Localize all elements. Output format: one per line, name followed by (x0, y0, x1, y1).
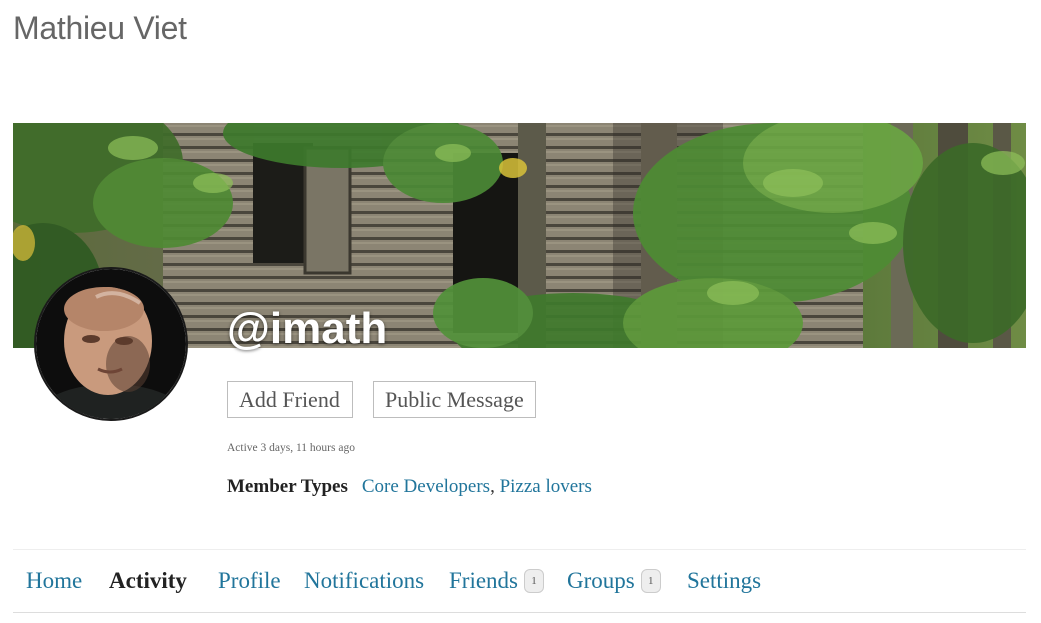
nav-item-label: Friends (449, 568, 518, 593)
nav-item-label: Home (26, 568, 83, 593)
nav-item-profile[interactable]: Profile (218, 565, 281, 597)
profile-handle: @imath (227, 304, 388, 353)
add-friend-button[interactable]: Add Friend (227, 381, 353, 418)
member-type-link-core-developers[interactable]: Core Developers (362, 476, 490, 497)
member-type-link-pizza-lovers[interactable]: Pizza lovers (500, 476, 592, 497)
nav-item-notifications[interactable]: Notifications (304, 565, 424, 597)
friends-count-badge: 1 (524, 568, 544, 593)
avatar[interactable] (34, 267, 188, 421)
member-types: Member Types Core Developers, Pizza lover… (227, 475, 592, 499)
profile-nav: Home Activity Profile Notifications Frie… (13, 549, 1026, 613)
member-types-separator: , (490, 476, 495, 497)
nav-item-activity[interactable]: Activity (109, 565, 187, 597)
nav-item-home[interactable]: Home (26, 565, 82, 597)
nav-item-label: Groups (567, 568, 635, 593)
nav-item-groups[interactable]: Groups 1 (567, 565, 661, 597)
site-title[interactable]: Mathieu Viet (13, 8, 187, 48)
nav-item-label: Settings (687, 568, 762, 593)
last-active-text: Active 3 days, 11 hours ago (227, 442, 355, 454)
nav-item-friends[interactable]: Friends 1 (449, 565, 544, 597)
nav-item-label: Profile (218, 568, 281, 593)
nav-item-label: Activity (109, 568, 187, 593)
public-message-button[interactable]: Public Message (373, 381, 536, 418)
groups-count-badge: 1 (640, 568, 661, 593)
nav-item-settings[interactable]: Settings (687, 565, 761, 597)
member-types-label: Member Types (227, 476, 348, 497)
nav-item-label: Notifications (304, 568, 425, 593)
